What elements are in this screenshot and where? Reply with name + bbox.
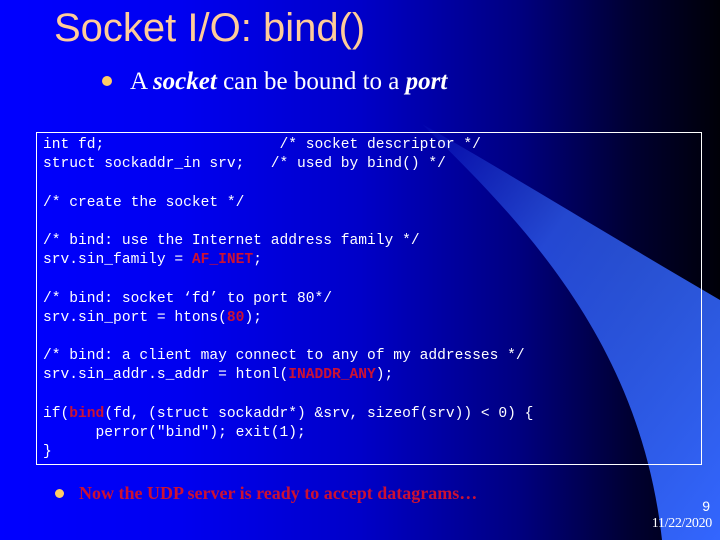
code-text: /* bind: socket ‘fd’ to port 80*/ bbox=[43, 290, 333, 307]
code-text: (fd, (struct sockaddr*) &srv, sizeof(srv… bbox=[104, 405, 534, 422]
code-line: /* create the socket */ bbox=[43, 194, 533, 213]
code-line: /* bind: socket ‘fd’ to port 80*/ bbox=[43, 290, 533, 309]
code-text: ); bbox=[244, 309, 262, 326]
slide-number: 9 bbox=[702, 498, 710, 514]
bullet-dot-icon bbox=[55, 488, 64, 498]
bullet-dot-icon bbox=[102, 76, 112, 87]
code-line: perror("bind"); exit(1); bbox=[43, 424, 533, 443]
code-text: int fd; /* socket descriptor */ bbox=[43, 137, 481, 153]
code-line: /* bind: use the Internet address family… bbox=[43, 232, 533, 251]
bullet1-em-port: port bbox=[405, 68, 448, 95]
code-line: } bbox=[43, 443, 533, 462]
code-highlight: 80 bbox=[226, 309, 245, 326]
code-text: if( bbox=[43, 405, 70, 422]
code-line: srv.sin_addr.s_addr = htonl(INADDR_ANY); bbox=[43, 366, 533, 385]
bullet-udp-ready: Now the UDP server is ready to accept da… bbox=[55, 483, 477, 504]
code-line: srv.sin_family = AF_INET; bbox=[43, 251, 533, 270]
code-text: /* bind: use the Internet address family… bbox=[43, 233, 420, 250]
bullet1-em-socket: socket bbox=[152, 68, 217, 95]
bullet1-prefix: A bbox=[130, 68, 153, 95]
bullet1-middle: can be bound to a bbox=[216, 68, 406, 95]
code-line: if(bind(fd, (struct sockaddr*) &srv, siz… bbox=[43, 405, 533, 424]
code-highlight: bind bbox=[69, 405, 105, 422]
slide-title: Socket I/O: bind() bbox=[54, 6, 366, 50]
code-highlight: INADDR_ANY bbox=[288, 367, 376, 384]
bullet-socket-port: A socket can be bound to a port bbox=[102, 68, 447, 96]
code-text: } bbox=[43, 444, 52, 461]
code-block: int fd; /* socket descriptor */ struct so… bbox=[43, 136, 533, 462]
bullet2-text: Now the UDP server is ready to accept da… bbox=[79, 483, 478, 503]
code-text: ); bbox=[375, 367, 394, 384]
code-line: srv.sin_port = htons(80); bbox=[43, 309, 533, 328]
code-line: /* bind: a client may connect to any of … bbox=[43, 347, 533, 366]
code-text: srv.sin_family = bbox=[43, 252, 192, 269]
code-highlight: AF_INET bbox=[191, 252, 254, 269]
code-text: ; bbox=[253, 252, 262, 269]
code-text: srv.sin_addr.s_addr = htonl( bbox=[43, 367, 289, 384]
code-text: /* bind: a client may connect to any of … bbox=[43, 348, 525, 365]
code-text: perror("bind"); exit(1); bbox=[43, 425, 306, 442]
code-text: srv.sin_port = htons( bbox=[43, 309, 227, 326]
code-text: struct sockaddr_in srv; /* used by bind(… bbox=[43, 156, 446, 173]
slide-date: 11/22/2020 bbox=[651, 516, 713, 531]
code-line: struct sockaddr_in srv; /* used by bind(… bbox=[43, 155, 533, 174]
code-line: int fd; /* socket descriptor */ bbox=[43, 136, 533, 155]
code-text: /* create the socket */ bbox=[43, 194, 245, 211]
